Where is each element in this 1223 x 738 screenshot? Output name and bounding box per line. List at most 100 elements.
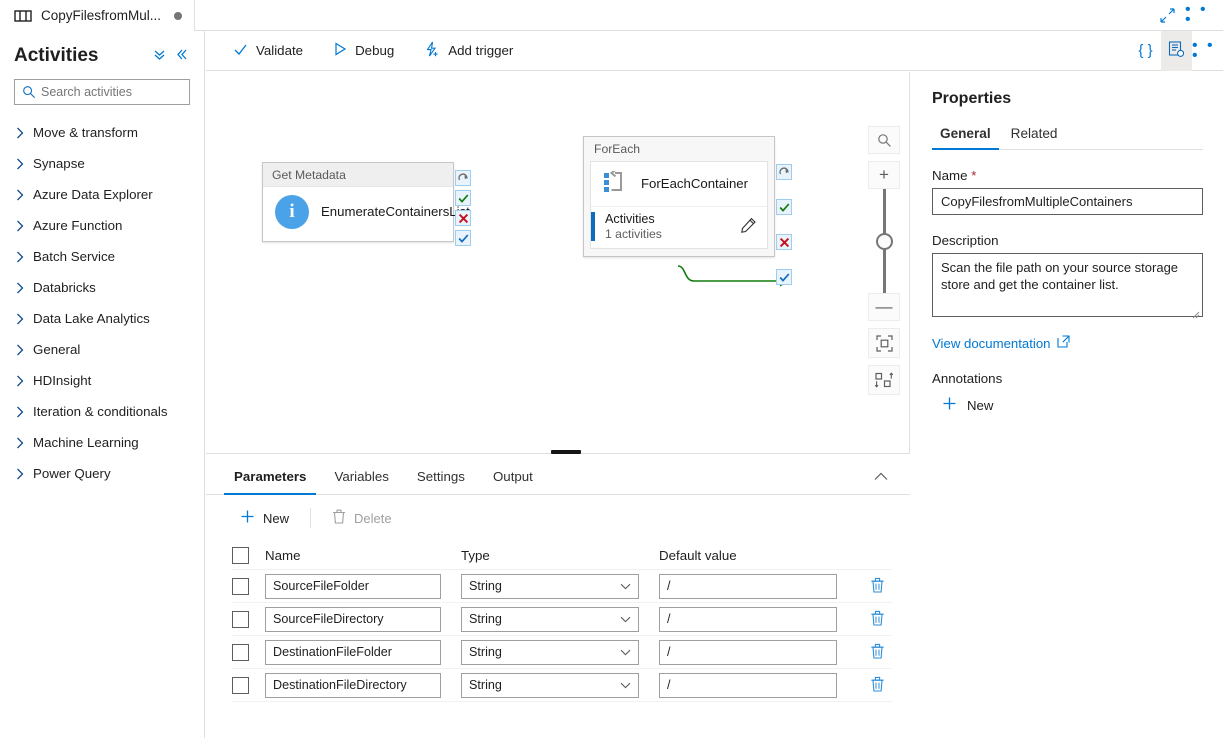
activity-category-machine-learning[interactable]: Machine Learning	[0, 427, 204, 458]
trash-icon[interactable]	[870, 643, 885, 662]
new-parameter-button[interactable]: New	[232, 503, 297, 533]
success-check-icon[interactable]	[455, 190, 471, 206]
search-box[interactable]	[14, 79, 190, 105]
row-select-cell	[232, 577, 265, 595]
parameter-default-input[interactable]: /	[659, 639, 837, 665]
cell-type: String	[461, 573, 659, 599]
activity-category-azure-function[interactable]: Azure Function	[0, 210, 204, 241]
table-row[interactable]: DestinationFileDirectory String /	[232, 669, 892, 702]
auto-align-icon[interactable]	[868, 365, 900, 395]
activity-category-iteration-conditionals[interactable]: Iteration & conditionals	[0, 396, 204, 427]
trash-icon[interactable]	[870, 610, 885, 629]
row-checkbox[interactable]	[232, 577, 249, 595]
row-checkbox[interactable]	[232, 610, 249, 628]
code-view-button[interactable]: { }	[1130, 31, 1161, 71]
completion-check-icon[interactable]	[776, 269, 792, 285]
parameter-default-input[interactable]: /	[659, 606, 837, 632]
fit-to-screen-icon[interactable]	[868, 328, 900, 358]
zoom-slider-thumb[interactable]	[876, 233, 893, 250]
view-documentation-link[interactable]: View documentation	[932, 335, 1203, 351]
activity-category-data-lake-analytics[interactable]: Data Lake Analytics	[0, 303, 204, 334]
failure-x-icon[interactable]	[455, 210, 471, 226]
column-header-type: Type	[461, 547, 490, 563]
parameter-default-input[interactable]: /	[659, 672, 837, 698]
properties-toggle-button[interactable]	[1161, 30, 1192, 71]
activity-node-get-metadata[interactable]: Get Metadata i EnumerateContainersList	[262, 162, 470, 242]
parameter-default-input[interactable]: /	[659, 573, 837, 599]
tabstrip-more-button[interactable]: • • •	[1185, 0, 1217, 30]
chevron-up-icon[interactable]	[874, 469, 910, 494]
expand-diagonal-icon[interactable]	[1151, 0, 1183, 30]
activity-category-move-transform[interactable]: Move & transform	[0, 117, 204, 148]
validate-label: Validate	[256, 43, 304, 58]
search-input[interactable]	[15, 80, 189, 104]
parameter-name-input[interactable]: DestinationFileDirectory	[265, 672, 441, 698]
chevron-right-icon	[16, 189, 24, 201]
tab-general[interactable]: General	[932, 126, 999, 150]
validate-button[interactable]: Validate	[222, 35, 314, 67]
trash-icon[interactable]	[870, 577, 885, 596]
activity-category-hdinsight[interactable]: HDInsight	[0, 365, 204, 396]
row-checkbox[interactable]	[232, 676, 249, 694]
foreach-activities-row[interactable]: Activities 1 activities	[591, 206, 767, 248]
pipeline-description-textarea[interactable]: Scan the file path on your source storag…	[932, 253, 1203, 319]
table-row[interactable]: SourceFileFolder String /	[232, 570, 892, 603]
parameter-type-select[interactable]: String	[461, 672, 639, 698]
parameter-type-select[interactable]: String	[461, 573, 639, 599]
activities-pane: Activities Search activities Move & tran…	[0, 31, 205, 738]
textarea-resize-grip[interactable]	[1192, 306, 1200, 319]
double-chevron-left-icon[interactable]	[175, 48, 188, 64]
completion-check-icon[interactable]	[455, 230, 471, 246]
activity-node-foreach[interactable]: ForEach ForEachContainer Activities 1 ac…	[583, 136, 775, 257]
double-chevron-down-icon[interactable]	[153, 48, 166, 64]
zoom-in-button[interactable]: +	[868, 161, 900, 189]
skip-icon[interactable]	[455, 170, 471, 186]
document-tab-pipeline[interactable]: CopyFilesfromMul...	[0, 0, 196, 31]
parameter-type-select[interactable]: String	[461, 606, 639, 632]
success-check-icon[interactable]	[776, 199, 792, 215]
tab-variables[interactable]: Variables	[324, 469, 398, 494]
activity-category-databricks[interactable]: Databricks	[0, 272, 204, 303]
parameter-name-input[interactable]: DestinationFileFolder	[265, 639, 441, 665]
parameter-name-input[interactable]: SourceFileDirectory	[265, 606, 441, 632]
parameter-type-select[interactable]: String	[461, 639, 639, 665]
foreach-inner-card: ForEachContainer Activities 1 activities	[590, 161, 768, 249]
tab-related[interactable]: Related	[1003, 126, 1066, 149]
tab-output[interactable]: Output	[483, 469, 543, 494]
table-row[interactable]: DestinationFileFolder String /	[232, 636, 892, 669]
select-all-checkbox[interactable]	[232, 546, 249, 564]
skip-icon[interactable]	[776, 164, 792, 180]
activity-category-azure-data-explorer[interactable]: Azure Data Explorer	[0, 179, 204, 210]
more-icon: • • •	[1192, 36, 1216, 64]
activity-category-general[interactable]: General	[0, 334, 204, 365]
zoom-out-button[interactable]: —	[868, 293, 900, 321]
add-trigger-button[interactable]: Add trigger	[413, 35, 524, 67]
panel-resize-handle[interactable]	[551, 450, 581, 454]
trash-icon[interactable]	[870, 676, 885, 695]
debug-button[interactable]: Debug	[322, 35, 405, 67]
pipeline-name-input[interactable]: CopyFilesfromMultipleContainers	[932, 188, 1203, 215]
activity-category-batch-service[interactable]: Batch Service	[0, 241, 204, 272]
magnifier-icon[interactable]	[868, 126, 900, 154]
activity-category-power-query[interactable]: Power Query	[0, 458, 204, 489]
foreach-activities-label: Activities	[605, 212, 655, 226]
row-checkbox[interactable]	[232, 643, 249, 661]
chevron-right-icon	[16, 313, 24, 325]
command-bar-more-button[interactable]: • • •	[1192, 31, 1223, 71]
add-annotation-button[interactable]: New	[932, 396, 1203, 414]
parameter-name-input[interactable]: SourceFileFolder	[265, 573, 441, 599]
zoom-slider[interactable]	[868, 189, 900, 293]
delete-parameter-button[interactable]: Delete	[324, 503, 400, 533]
activity-category-synapse[interactable]: Synapse	[0, 148, 204, 179]
tab-label: Settings	[416, 469, 465, 484]
row-delete-cell	[857, 643, 897, 662]
pipeline-command-bar: Validate Debug Add trigger { } • • •	[206, 30, 1223, 71]
pipeline-canvas[interactable]: Get Metadata i EnumerateContainersList F…	[206, 72, 910, 453]
tab-parameters[interactable]: Parameters	[224, 469, 317, 495]
activities-header: Activities	[0, 31, 204, 73]
table-row[interactable]: SourceFileDirectory String /	[232, 603, 892, 636]
failure-x-icon[interactable]	[776, 234, 792, 250]
app-root: CopyFilesfromMul... • • • Activities Sea…	[0, 0, 1223, 738]
tab-settings[interactable]: Settings	[407, 469, 475, 494]
pencil-icon[interactable]	[740, 217, 757, 237]
